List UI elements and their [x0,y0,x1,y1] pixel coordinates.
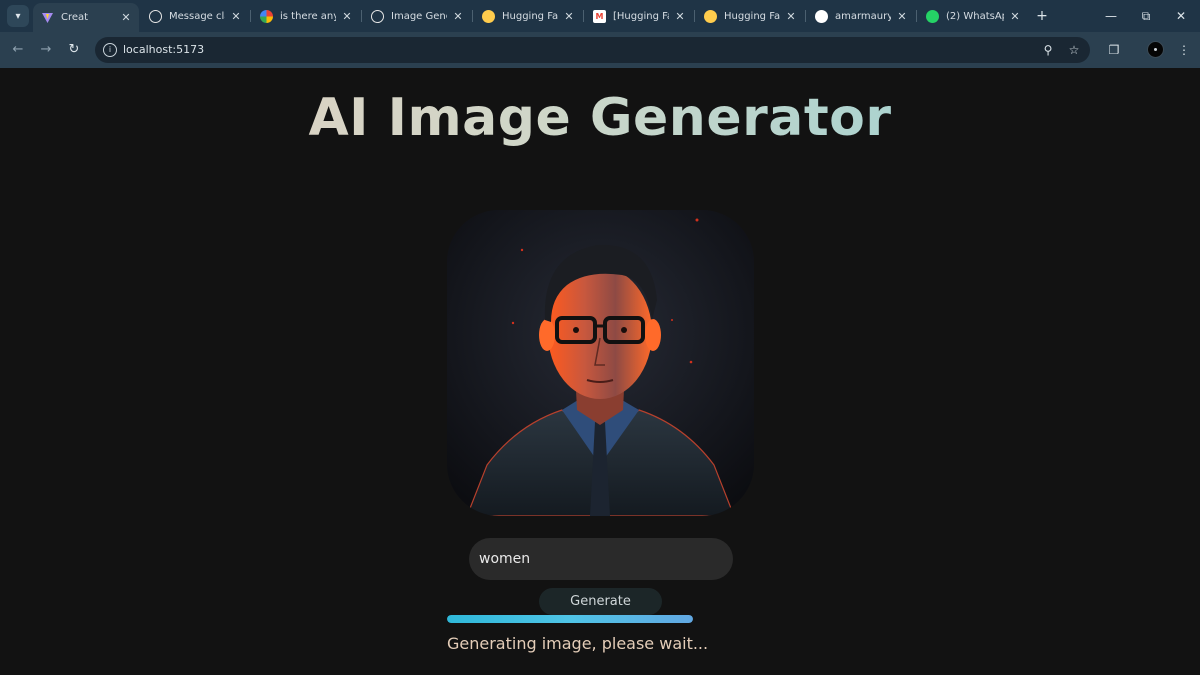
openai-icon [149,9,162,23]
close-tab-icon[interactable]: ✕ [562,10,576,23]
new-tab-button[interactable]: + [1034,6,1050,26]
back-button[interactable]: ← [8,40,28,60]
url-text: localhost:5173 [123,43,205,56]
google-icon [260,9,273,23]
minimize-icon: — [1105,9,1117,23]
info-icon[interactable]: i [103,43,117,57]
close-tab-icon[interactable]: ✕ [1008,10,1022,23]
arrow-left-icon: ← [12,42,24,57]
progress-bar-fill [447,615,693,623]
forward-button[interactable]: → [36,40,56,60]
close-tab-icon[interactable]: ✕ [784,10,798,23]
close-window-button[interactable]: ✕ [1166,6,1196,26]
browser-toolbar: ← → ↻ i localhost:5173 ⚲ ☆ ❐ ⋮ [0,32,1200,68]
hugging-face-icon [704,9,717,23]
tab-5[interactable]: M [Hugging Fa ✕ [585,4,693,28]
plus-icon: + [1036,8,1048,24]
prompt-input[interactable] [469,538,733,580]
gmail-icon: M [593,9,606,23]
arrow-right-icon: → [40,42,52,57]
tab-search-button[interactable]: ▾ [7,5,29,27]
status-text: Generating image, please wait... [447,634,709,653]
close-tab-icon[interactable]: ✕ [673,10,687,23]
vite-icon [41,11,54,24]
generate-button[interactable]: Generate [539,588,662,615]
reload-icon: ↻ [68,42,80,57]
tab-4[interactable]: Hugging Fac ✕ [474,4,582,28]
close-icon: ✕ [1175,9,1187,23]
chevron-down-icon: ▾ [15,10,21,22]
tab-3[interactable]: Image Gener ✕ [363,4,471,28]
minimize-button[interactable]: — [1096,6,1126,26]
openai-icon [371,9,384,23]
github-icon [815,9,828,23]
tab-7[interactable]: amarmaurya ✕ [807,4,915,28]
profile-avatar[interactable] [1147,41,1164,58]
close-tab-icon[interactable]: ✕ [229,10,243,23]
close-tab-icon[interactable]: ✕ [119,11,133,24]
menu-dots-icon[interactable]: ⋮ [1174,40,1194,60]
tab-strip: ▾ Creat ✕ Message clar ✕ is there any f … [0,0,1200,32]
address-bar[interactable]: i localhost:5173 ⚲ ☆ [95,37,1090,63]
app-page: AI Image Generator women Generate Genera… [0,68,1200,675]
whatsapp-icon [926,9,939,23]
progress-bar [447,615,693,623]
reload-button[interactable]: ↻ [64,40,84,60]
close-tab-icon[interactable]: ✕ [451,10,465,23]
tab-2[interactable]: is there any f ✕ [252,4,360,28]
generated-image [447,210,754,516]
close-tab-icon[interactable]: ✕ [895,10,909,23]
hugging-face-icon [482,9,495,23]
extensions-icon[interactable]: ❐ [1104,40,1124,60]
tab-0[interactable]: Creat ✕ [33,3,139,32]
tab-1[interactable]: Message clar ✕ [141,4,249,28]
tab-6[interactable]: Hugging Fac ✕ [696,4,804,28]
close-tab-icon[interactable]: ✕ [340,10,354,23]
page-title: AI Image Generator [0,88,1200,148]
restore-button[interactable]: ⧉ [1131,6,1161,26]
tab-8[interactable]: (2) WhatsApp ✕ [918,4,1028,28]
bookmark-star-icon[interactable]: ☆ [1065,41,1083,59]
zoom-icon[interactable]: ⚲ [1039,41,1057,59]
restore-icon: ⧉ [1141,9,1151,23]
